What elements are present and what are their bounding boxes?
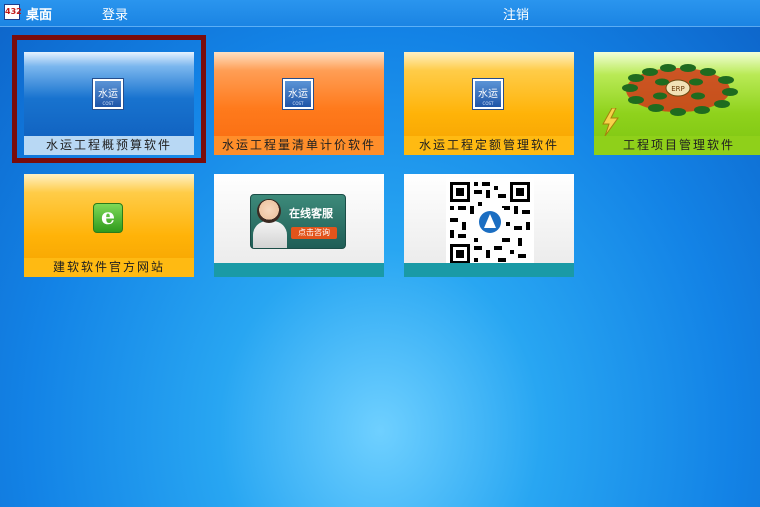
qr-code-graphic (450, 182, 530, 264)
logout-button[interactable]: 注销 (503, 4, 529, 23)
icon-subtext: COST (102, 101, 114, 106)
agent-body (253, 221, 287, 248)
tile-project-management[interactable]: ERP 工程项目管理软件 (594, 52, 760, 155)
tile-caption: 水运工程概预算软件 (24, 136, 194, 155)
cost-app-icon: 水运 COST (93, 79, 123, 109)
top-bar-divider (0, 26, 760, 27)
tile-official-website[interactable]: e 建软软件官方网站 (24, 174, 194, 277)
agent-avatar (257, 199, 281, 223)
tile-footer-bar (214, 263, 384, 277)
cost-app-icon: 水运 COST (283, 79, 313, 109)
lightning-icon (602, 108, 619, 136)
tile-footer-bar (404, 263, 574, 277)
erp-label: ERP (671, 85, 685, 93)
tile-shuiyun-bill-pricing[interactable]: 水运 COST 水运工程量清单计价软件 (214, 52, 384, 155)
icon-text: 水运 (478, 89, 498, 100)
tile-online-service[interactable]: 在线客服 点击咨询 (214, 174, 384, 277)
icon-subtext: COST (482, 101, 494, 106)
tile-qr-code[interactable] (404, 174, 574, 277)
tile-caption: 建软软件官方网站 (24, 258, 194, 277)
banner-label: 在线客服 (289, 207, 333, 220)
desktop-title: 桌面 (26, 8, 53, 23)
cost-app-icon: 水运 COST (473, 79, 503, 109)
tile-caption: 工程项目管理软件 (594, 136, 760, 155)
tile-shuiyun-budget[interactable]: 水运 COST 水运工程概预算软件 (24, 52, 194, 155)
online-service-banner: 在线客服 点击咨询 (250, 194, 346, 249)
top-bar: 432 桌面 登录 注销 (0, 0, 760, 26)
icon-subtext: COST (292, 101, 304, 106)
app-logo-icon: 432 (4, 4, 22, 20)
login-button[interactable]: 登录 (102, 4, 128, 23)
icon-text: 水运 (98, 89, 118, 100)
tile-shuiyun-quota-management[interactable]: 水运 COST 水运工程定额管理软件 (404, 52, 574, 155)
consult-button: 点击咨询 (291, 227, 337, 239)
tile-caption: 水运工程定额管理软件 (404, 136, 574, 155)
icon-text: 水运 (288, 89, 308, 100)
tile-caption: 水运工程量清单计价软件 (214, 136, 384, 155)
qr-code-icon (446, 178, 534, 268)
ie-browser-icon: e (93, 203, 123, 233)
